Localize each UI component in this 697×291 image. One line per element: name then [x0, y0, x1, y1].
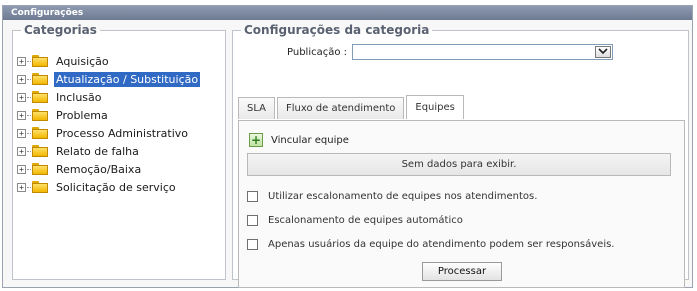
expand-icon[interactable]: +	[17, 146, 26, 156]
tree-node-aquisicao[interactable]: + Aquisição	[17, 52, 200, 70]
option-label: Utilizar escalonamento de equipes nos at…	[268, 191, 538, 202]
tree-node-label[interactable]: Aquisição	[54, 54, 111, 69]
expand-icon[interactable]: +	[17, 164, 26, 174]
configuracoes-window: Configurações Categorias + Aquisição + A…	[2, 5, 693, 288]
equipes-tab-panel: + Vincular equipe Sem dados para exibir.…	[238, 120, 685, 288]
publicacao-label: Publicação :	[287, 47, 348, 58]
expand-icon[interactable]: +	[17, 182, 26, 192]
window-title: Configurações	[3, 6, 692, 20]
folder-icon	[32, 109, 48, 121]
folder-icon	[32, 127, 48, 139]
folder-icon	[32, 163, 48, 175]
tree-node-inclusao[interactable]: + Inclusão	[17, 88, 200, 106]
category-tree: + Aquisição + Atualização / Substituição…	[17, 52, 201, 196]
checkbox[interactable]	[247, 191, 258, 202]
config-legend: Configurações da categoria	[244, 23, 430, 37]
option-escalonamento-automatico[interactable]: Escalonamento de equipes automático	[247, 215, 463, 226]
tab-sla[interactable]: SLA	[238, 97, 275, 119]
tree-node-solicitacao-de-servico[interactable]: + Solicitação de serviço	[17, 178, 200, 196]
tab-equipes[interactable]: Equipes	[406, 95, 464, 119]
folder-icon	[32, 145, 48, 157]
vincular-equipe-label[interactable]: Vincular equipe	[271, 135, 349, 146]
equipes-grid-empty: Sem dados para exibir.	[247, 153, 671, 176]
tree-node-remocao-baixa[interactable]: + Remoção/Baixa	[17, 160, 200, 178]
folder-icon	[32, 73, 48, 85]
category-config-panel: Configurações da categoria Publicação : …	[232, 23, 689, 288]
tree-node-label-selected[interactable]: Atualização / Substituição	[54, 71, 201, 87]
tree-node-label[interactable]: Remoção/Baixa	[54, 162, 143, 177]
processar-button[interactable]: Processar	[422, 262, 502, 281]
expand-icon[interactable]: +	[17, 74, 26, 84]
add-icon[interactable]: +	[249, 133, 263, 147]
tree-node-label[interactable]: Problema	[54, 108, 110, 123]
folder-icon	[32, 55, 48, 67]
folder-icon	[32, 181, 48, 193]
option-escalonamento-equipes[interactable]: Utilizar escalonamento de equipes nos at…	[247, 191, 537, 202]
checkbox[interactable]	[247, 215, 258, 226]
vincular-equipe-link[interactable]: + Vincular equipe	[249, 133, 349, 147]
tree-node-label[interactable]: Inclusão	[54, 90, 104, 105]
expand-icon[interactable]: +	[17, 92, 26, 102]
tree-node-processo-administrativo[interactable]: + Processo Administrativo	[17, 124, 200, 142]
publicacao-select[interactable]	[352, 44, 613, 60]
publicacao-row: Publicação :	[233, 42, 688, 64]
checkbox[interactable]	[247, 239, 258, 250]
tree-node-label[interactable]: Relato de falha	[54, 144, 141, 159]
tree-node-relato-de-falha[interactable]: + Relato de falha	[17, 142, 200, 160]
tab-fluxo-de-atendimento[interactable]: Fluxo de atendimento	[277, 97, 405, 119]
tree-node-label[interactable]: Processo Administrativo	[54, 126, 190, 141]
option-label: Escalonamento de equipes automático	[268, 215, 463, 226]
expand-icon[interactable]: +	[17, 56, 26, 66]
option-label: Apenas usuários da equipe do atendimento…	[268, 239, 615, 250]
tree-node-atualizacao-substituicao[interactable]: + Atualização / Substituição	[17, 70, 201, 88]
folder-icon	[32, 91, 48, 103]
expand-icon[interactable]: +	[17, 110, 26, 120]
tree-node-label[interactable]: Solicitação de serviço	[54, 180, 178, 195]
tree-node-problema[interactable]: + Problema	[17, 106, 200, 124]
config-tabs: SLA Fluxo de atendimento Equipes	[238, 95, 466, 119]
option-apenas-usuarios-equipe[interactable]: Apenas usuários da equipe do atendimento…	[247, 239, 614, 250]
dropdown-arrow-icon[interactable]	[595, 46, 611, 58]
expand-icon[interactable]: +	[17, 128, 26, 138]
categories-legend: Categorias	[24, 23, 97, 37]
categories-panel: Categorias + Aquisição + Atualização / S…	[12, 23, 226, 280]
